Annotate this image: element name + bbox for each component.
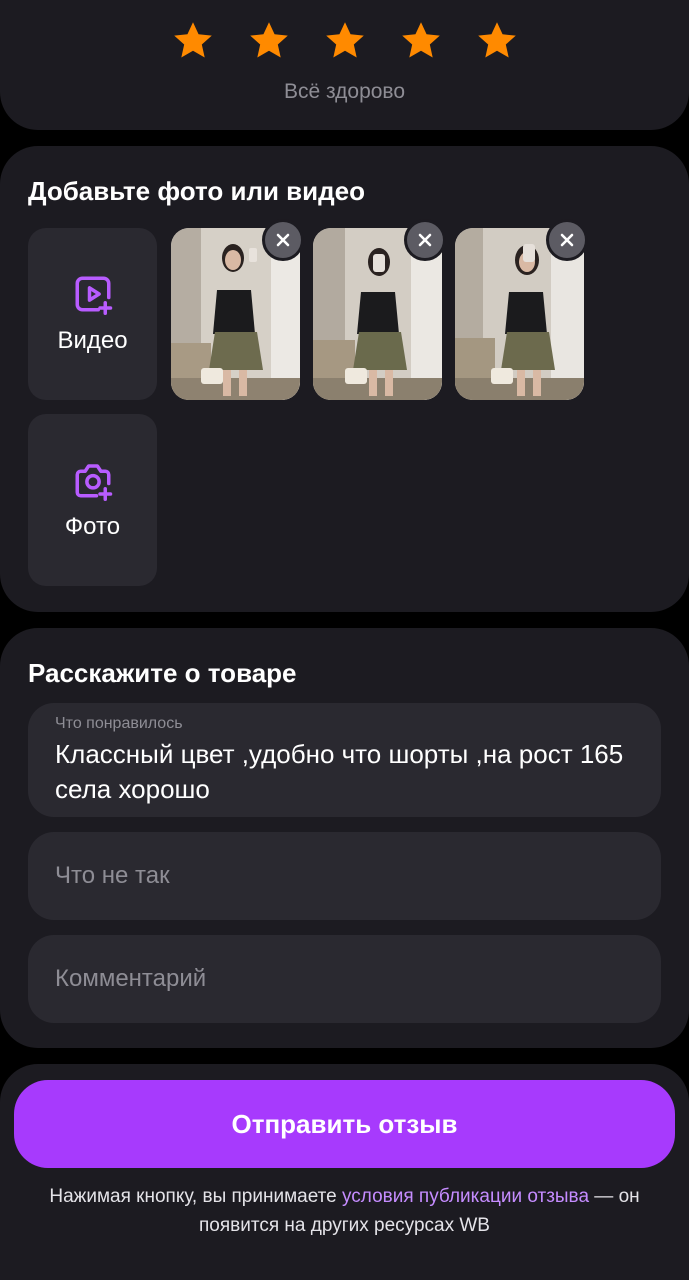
video-plus-icon — [75, 276, 112, 315]
remove-photo-button[interactable] — [546, 219, 588, 261]
close-icon — [276, 233, 290, 247]
star-icon[interactable] — [322, 18, 368, 64]
add-video-button[interactable]: Видео — [28, 228, 157, 400]
star-icon[interactable] — [474, 18, 520, 64]
review-section-title: Расскажите о товаре — [28, 658, 297, 688]
camera-plus-icon — [75, 464, 112, 501]
liked-field-label: Что понравилось — [55, 715, 183, 732]
comment-field-placeholder: Комментарий — [55, 965, 207, 992]
media-section-title: Добавьте фото или видео — [28, 176, 365, 206]
comment-field[interactable]: Комментарий — [28, 935, 661, 1023]
bottom-bar: Отправить отзыв Нажимая кнопку, вы прини… — [0, 1064, 689, 1280]
submit-review-button[interactable]: Отправить отзыв — [14, 1080, 675, 1168]
legal-notice: Нажимая кнопку, вы принимаете условия пу… — [10, 1182, 679, 1240]
publication-terms-link[interactable]: условия публикации отзыва — [342, 1186, 589, 1207]
liked-field[interactable]: Что понравилось Классный цвет ,удобно чт… — [28, 703, 661, 817]
liked-field-value[interactable]: Классный цвет ,удобно что шорты ,на рост… — [55, 737, 634, 807]
disliked-field-placeholder: Что не так — [55, 862, 170, 889]
close-icon — [560, 233, 574, 247]
close-icon — [418, 233, 432, 247]
review-card: Расскажите о товаре Что понравилось Клас… — [0, 628, 689, 1048]
media-card: Добавьте фото или видео Видео Фото — [0, 146, 689, 612]
remove-photo-button[interactable] — [404, 219, 446, 261]
rating-card: Всё здорово — [0, 0, 689, 130]
legal-prefix: Нажимая кнопку, вы принимаете — [49, 1186, 342, 1207]
add-photo-label: Фото — [64, 513, 121, 540]
disliked-field[interactable]: Что не так — [28, 832, 661, 920]
remove-photo-button[interactable] — [262, 219, 304, 261]
star-icon[interactable] — [170, 18, 216, 64]
star-icon[interactable] — [398, 18, 444, 64]
star-icon[interactable] — [246, 18, 292, 64]
star-rating[interactable] — [0, 18, 689, 64]
review-page: Всё здорово Добавьте фото или видео Виде… — [0, 0, 689, 1280]
add-photo-button[interactable]: Фото — [28, 414, 157, 586]
add-video-label: Видео — [57, 327, 128, 354]
rating-caption: Всё здорово — [283, 80, 406, 103]
